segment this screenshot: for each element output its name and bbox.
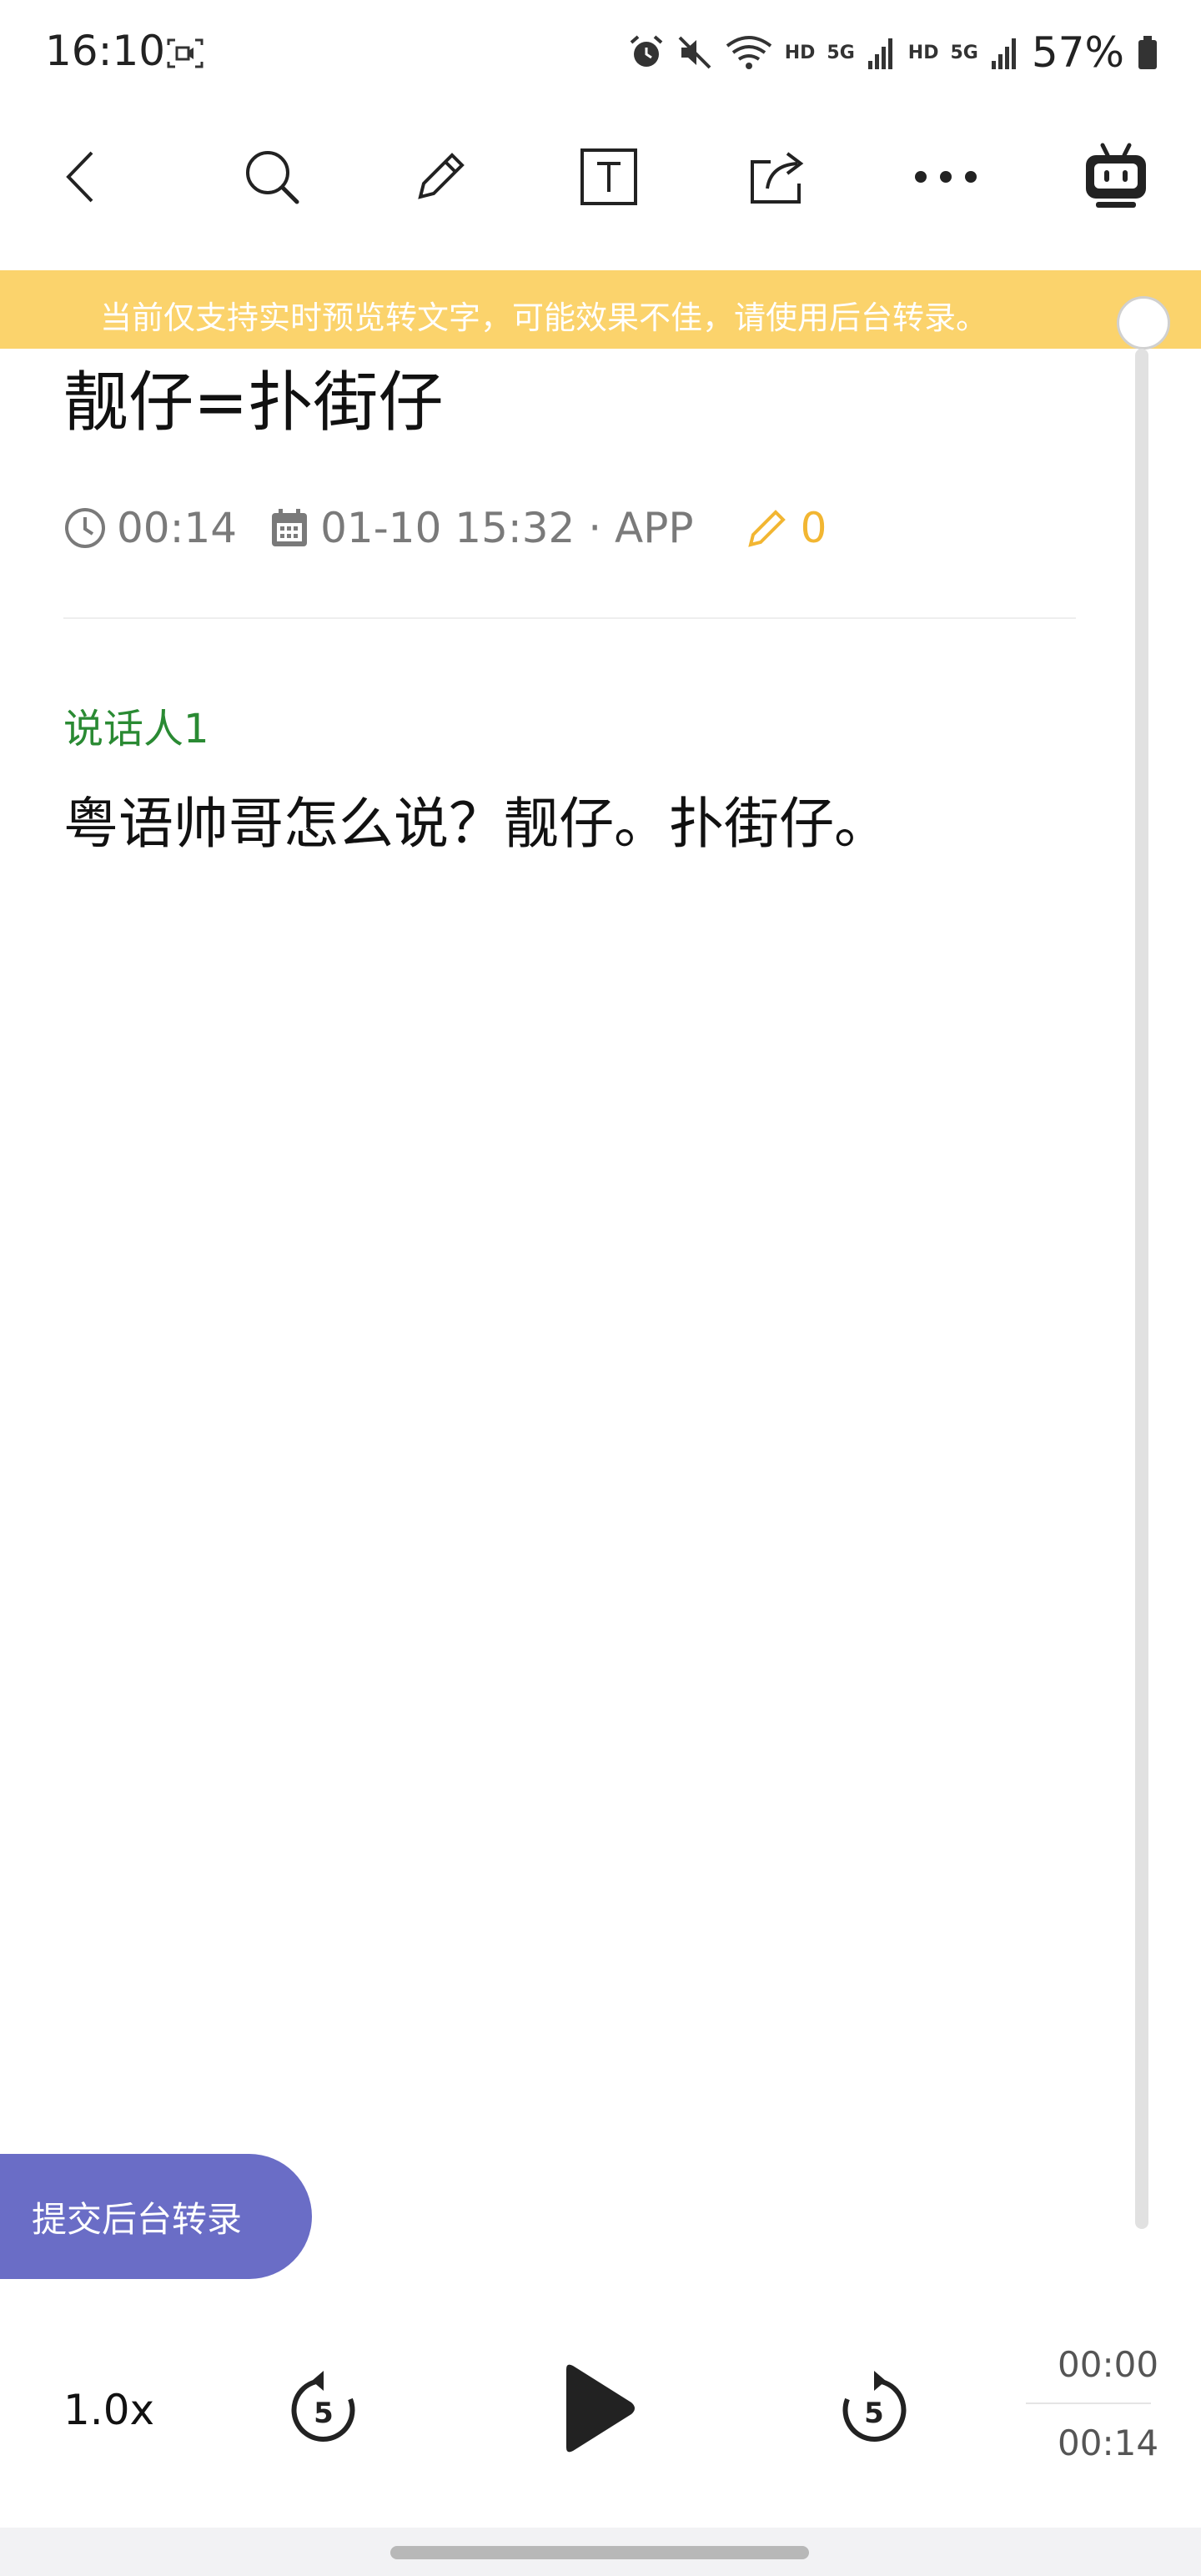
forward-button[interactable]: 5: [834, 2366, 914, 2449]
status-bar: 16:10 HD 5G HD 5G 57%: [0, 0, 1201, 108]
calendar-icon: [272, 509, 308, 546]
speaker-label: 说话人1: [63, 706, 209, 752]
edit-count-text: 0: [800, 504, 827, 552]
scrollbar[interactable]: [1135, 349, 1148, 2229]
transcript-text: 粤语帅哥怎么说？靓仔。扑街仔。: [63, 792, 889, 856]
note-meta: 00:14 01-10 15:32 · APP 0: [63, 501, 827, 556]
toolbar: [0, 125, 1201, 229]
note-title: 靓仔=扑街仔: [63, 365, 444, 440]
more-icon: [915, 171, 977, 183]
network-label-2: 5G: [950, 42, 978, 63]
duration: 00:14: [63, 504, 237, 552]
battery-percent: 57%: [1031, 28, 1124, 77]
playback-speed-button[interactable]: 1.0x: [63, 2386, 154, 2434]
text-button[interactable]: [569, 137, 649, 217]
banner-toggle[interactable]: [1117, 296, 1170, 350]
back-icon: [66, 151, 93, 203]
rewind-icon: 5: [291, 2371, 355, 2442]
clock-icon: [65, 508, 105, 548]
play-button[interactable]: [550, 2362, 642, 2454]
text-box-icon: [580, 148, 637, 205]
edit-count[interactable]: 0: [744, 504, 827, 552]
date-source: 01-10 15:32 · APP: [269, 504, 694, 552]
network-label: 5G: [827, 42, 855, 63]
forward-icon: 5: [842, 2371, 907, 2442]
divider: [63, 617, 1076, 619]
battery-icon: [1138, 36, 1157, 69]
submit-transcription-button[interactable]: 提交后台转录: [0, 2154, 312, 2279]
search-icon: [246, 151, 299, 204]
wifi-icon: [726, 36, 771, 69]
mute-icon: [678, 36, 711, 69]
assistant-button[interactable]: [1076, 137, 1156, 217]
edit-pencil-icon: [747, 510, 786, 547]
share-icon: [751, 152, 804, 204]
signal-icon: [867, 38, 892, 69]
home-indicator[interactable]: [390, 2546, 809, 2559]
total-time: 00:14: [1058, 2423, 1159, 2463]
banner-text: 当前仅支持实时预览转文字，可能效果不佳，请使用后台转录。: [100, 299, 988, 336]
date-source-text: 01-10 15:32 · APP: [320, 504, 694, 552]
more-button[interactable]: [906, 137, 986, 217]
alarm-icon: [630, 35, 663, 67]
notice-banner: 当前仅支持实时预览转文字，可能效果不佳，请使用后台转录。: [0, 270, 1201, 349]
robot-icon: [1086, 143, 1146, 208]
audio-player: 1.0x 5 5 00:00 00:14: [0, 2319, 1201, 2528]
rewind-seconds: 5: [314, 2397, 334, 2430]
search-button[interactable]: [232, 137, 312, 217]
back-button[interactable]: [43, 137, 123, 217]
share-button[interactable]: [737, 137, 817, 217]
duration-text: 00:14: [117, 504, 238, 552]
rewind-button[interactable]: 5: [284, 2366, 364, 2449]
play-icon: [566, 2364, 635, 2453]
forward-seconds: 5: [864, 2397, 884, 2430]
hd-label: HD: [784, 42, 816, 63]
current-time: 00:00: [1058, 2344, 1159, 2385]
hd-label-2: HD: [907, 42, 939, 63]
time-divider: [1026, 2402, 1151, 2404]
signal-icon-2: [991, 38, 1016, 69]
status-time: 16:10: [45, 27, 166, 75]
edit-button[interactable]: [400, 137, 480, 217]
pencil-icon: [418, 153, 465, 199]
screen-record-icon: [167, 38, 204, 68]
status-icons: HD 5G HD 5G 57%: [628, 23, 1159, 82]
navigation-bar: [0, 2528, 1201, 2576]
